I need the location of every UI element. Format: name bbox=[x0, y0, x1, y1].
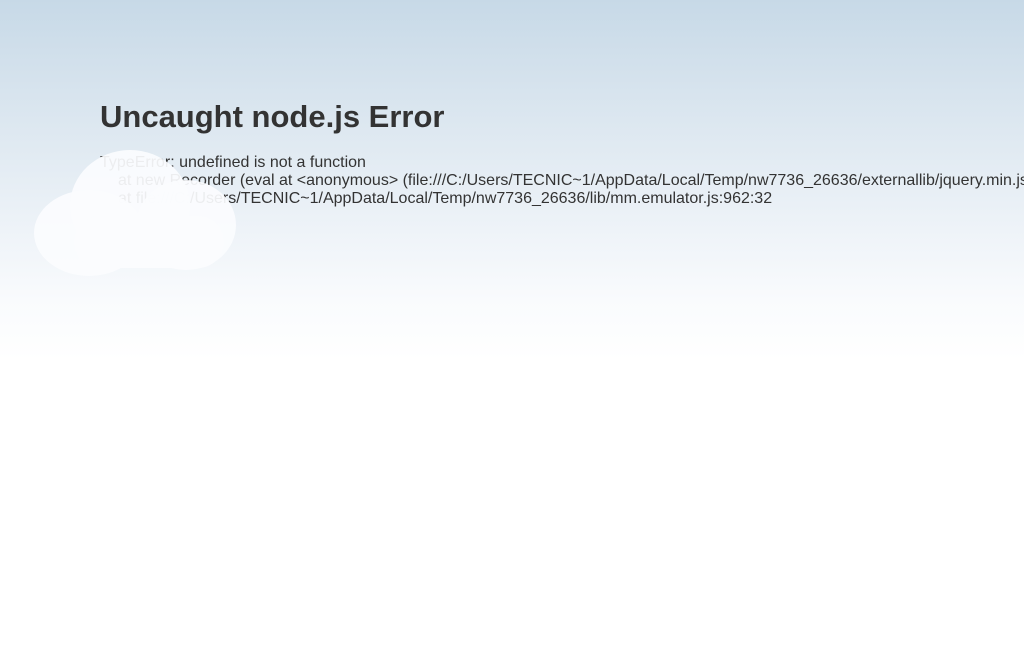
error-page: Uncaught node.js Error TypeError: undefi… bbox=[100, 97, 1024, 208]
cloud-decoration bbox=[34, 150, 236, 280]
error-title: Uncaught node.js Error bbox=[100, 99, 445, 134]
error-stack-trace: TypeError: undefined is not a function a… bbox=[100, 154, 1024, 208]
error-message: TypeError: undefined is not a function bbox=[100, 154, 366, 171]
cloud-puff bbox=[74, 216, 224, 268]
stack-frame: at file:///C:/Users/TECNIC~1/AppData/Loc… bbox=[118, 190, 773, 207]
stack-frame: at new Recorder (eval at <anonymous> (fi… bbox=[118, 172, 1024, 189]
